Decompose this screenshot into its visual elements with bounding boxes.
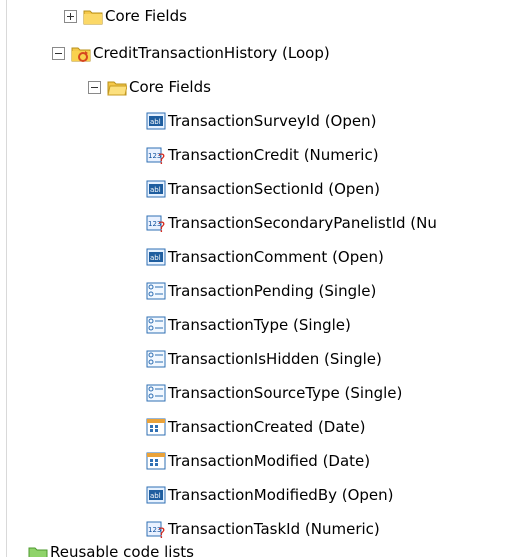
field-label: TransactionModifiedBy (Open) — [168, 486, 394, 504]
numeric-field-icon: 123? — [146, 145, 166, 165]
tree-field-item[interactable]: abl TransactionModifiedBy (Open) — [146, 480, 394, 510]
open-text-field-icon: abl — [146, 111, 166, 131]
date-field-icon — [146, 417, 166, 437]
field-label: TransactionSecondaryPanelistId (Nu — [168, 214, 437, 232]
tree-field-item[interactable]: TransactionPending (Single) — [146, 276, 376, 306]
svg-text:?: ? — [158, 526, 165, 539]
field-label: TransactionSurveyId (Open) — [168, 112, 377, 130]
single-choice-field-icon — [146, 383, 166, 403]
numeric-field-icon: 123? — [146, 213, 166, 233]
field-label: TransactionCredit (Numeric) — [168, 146, 379, 164]
tree-field-item[interactable]: 123? TransactionTaskId (Numeric) — [146, 514, 380, 544]
field-label: TransactionModified (Date) — [168, 452, 371, 470]
tree-field-item[interactable]: abl TransactionSectionId (Open) — [146, 174, 380, 204]
single-choice-field-icon — [146, 349, 166, 369]
tree-node-core-fields[interactable]: Core Fields — [88, 72, 211, 102]
svg-text:abl: abl — [150, 186, 161, 194]
single-choice-field-icon — [146, 281, 166, 301]
svg-text:abl: abl — [150, 492, 161, 500]
node-label: CreditTransactionHistory (Loop) — [93, 44, 330, 62]
open-text-field-icon: abl — [146, 179, 166, 199]
tree-node-loop[interactable]: CreditTransactionHistory (Loop) — [52, 38, 330, 68]
field-label: TransactionSectionId (Open) — [168, 180, 381, 198]
field-label: TransactionComment (Open) — [168, 248, 384, 266]
field-label: TransactionTaskId (Numeric) — [168, 520, 380, 538]
field-label: TransactionSourceType (Single) — [168, 384, 403, 402]
loop-folder-icon — [71, 43, 91, 63]
tree-field-item[interactable]: abl TransactionSurveyId (Open) — [146, 106, 376, 136]
collapse-toggle[interactable] — [88, 80, 101, 94]
date-field-icon — [146, 451, 166, 471]
tree-field-item[interactable]: TransactionIsHidden (Single) — [146, 344, 382, 374]
single-choice-field-icon — [146, 315, 166, 335]
tree-node-core-fields-top[interactable]: Core Fields — [64, 4, 187, 28]
svg-text:?: ? — [158, 152, 165, 165]
field-label: TransactionCreated (Date) — [168, 418, 366, 436]
field-label: TransactionIsHidden (Single) — [168, 350, 382, 368]
collapse-toggle[interactable] — [52, 46, 65, 60]
tree-field-item[interactable]: TransactionCreated (Date) — [146, 412, 366, 442]
expand-toggle[interactable] — [64, 9, 77, 23]
svg-text:abl: abl — [150, 118, 161, 126]
node-label: Reusable code lists — [50, 543, 194, 557]
node-label: Core Fields — [129, 78, 211, 96]
folder-open-icon — [107, 77, 127, 97]
tree-field-item[interactable]: TransactionSourceType (Single) — [146, 378, 402, 408]
node-label: Core Fields — [105, 7, 187, 25]
folder-icon — [28, 543, 48, 557]
svg-text:abl: abl — [150, 254, 161, 262]
tree-field-item[interactable]: TransactionModified (Date) — [146, 446, 370, 476]
folder-icon — [83, 6, 103, 26]
numeric-field-icon: 123? — [146, 519, 166, 539]
tree-field-item[interactable]: 123? TransactionCredit (Numeric) — [146, 140, 379, 170]
tree-field-item[interactable]: TransactionType (Single) — [146, 310, 351, 340]
tree-guide-line — [6, 0, 7, 557]
field-label: TransactionType (Single) — [168, 316, 351, 334]
open-text-field-icon: abl — [146, 247, 166, 267]
field-label: TransactionPending (Single) — [168, 282, 377, 300]
tree-field-item[interactable]: abl TransactionComment (Open) — [146, 242, 384, 272]
svg-text:?: ? — [158, 220, 165, 233]
tree-field-item[interactable]: 123? TransactionSecondaryPanelistId (Nu — [146, 208, 528, 238]
tree-node-reusable-code-lists[interactable]: Reusable code lists — [28, 543, 194, 557]
open-text-field-icon: abl — [146, 485, 166, 505]
